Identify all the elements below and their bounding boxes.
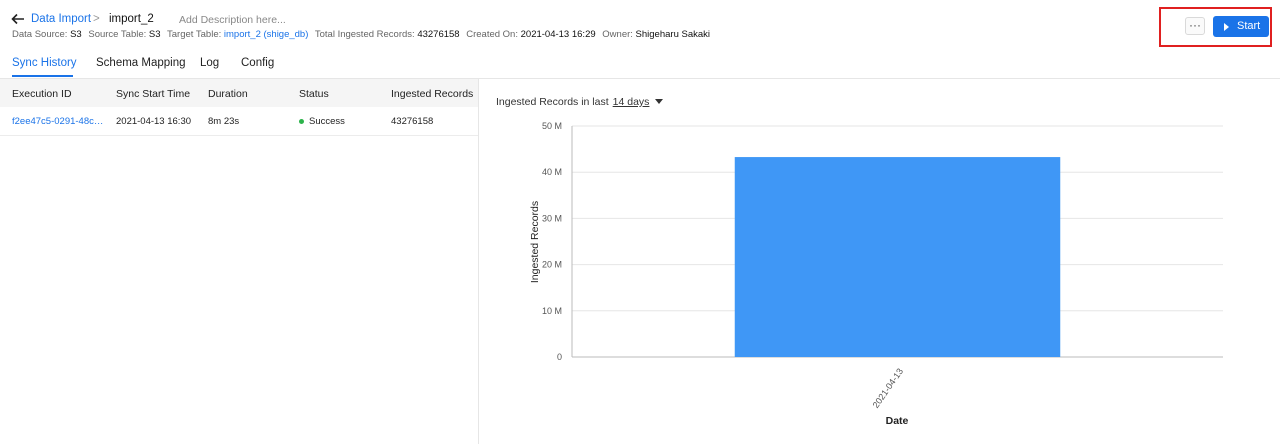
tab-bar: Sync History Schema Mapping Log Config — [0, 48, 1280, 79]
sync-start-time: 2021-04-13 16:30 — [116, 116, 192, 127]
x-tick-label: 2021-04-13 — [871, 366, 906, 409]
y-tick-label: 0 — [557, 352, 562, 362]
total-records-label: Total Ingested Records: — [314, 29, 415, 40]
y-tick-label: 40 M — [542, 167, 562, 177]
source-table-value: S3 — [148, 29, 161, 40]
import-metadata: Data Source: S3 Source Table: S3 Target … — [12, 29, 714, 40]
status-text: Success — [309, 116, 345, 127]
execution-id-link[interactable]: f2ee47c5-0291-48c… — [12, 116, 108, 127]
y-tick-label: 50 M — [542, 121, 562, 131]
y-tick-label: 20 M — [542, 260, 562, 270]
sync-history-table: Execution ID Sync Start Time Duration St… — [0, 79, 479, 444]
table-row[interactable]: f2ee47c5-0291-48c… 2021-04-13 16:30 8m 2… — [0, 107, 478, 136]
tab-sync-history[interactable]: Sync History — [12, 57, 77, 69]
column-duration: Duration — [208, 88, 248, 100]
bar[interactable] — [734, 157, 1061, 357]
data-source-value: S3 — [70, 29, 82, 40]
status-success-dot — [299, 119, 304, 124]
tab-config[interactable]: Config — [241, 57, 274, 69]
owner-label: Owner: — [602, 29, 633, 40]
source-table-label: Source Table: — [88, 29, 147, 40]
chart-bars — [734, 157, 1061, 357]
import-name: import_2 — [109, 13, 154, 25]
back-arrow-icon[interactable] — [11, 12, 25, 26]
created-on-label: Created On: — [466, 29, 518, 40]
tab-log[interactable]: Log — [200, 57, 219, 69]
column-sync-start-time: Sync Start Time — [116, 88, 191, 100]
created-on-value: 2021-04-13 16:29 — [520, 29, 596, 40]
active-tab-indicator — [12, 75, 73, 77]
column-execution-id: Execution ID — [12, 88, 72, 100]
y-axis-label: Ingested Records — [529, 201, 541, 283]
breadcrumb-separator: > — [93, 13, 100, 25]
duration: 8m 23s — [208, 116, 240, 127]
target-table-label: Target Table: — [167, 29, 222, 40]
ingested-records: 43276158 — [391, 116, 434, 127]
y-tick-label: 30 M — [542, 213, 562, 223]
y-tick-label: 10 M — [542, 306, 562, 316]
owner-value: Shigeharu Sakaki — [635, 29, 711, 40]
data-source-label: Data Source: — [12, 29, 68, 40]
page-header: Data Import > import_2 Add Description h… — [0, 0, 1280, 48]
breadcrumb-data-import[interactable]: Data Import — [31, 13, 91, 25]
play-icon — [1224, 23, 1229, 31]
tab-schema-mapping[interactable]: Schema Mapping — [96, 57, 186, 69]
target-table-link[interactable]: import_2 (shige_db) — [224, 29, 309, 40]
chart-y-ticks: 0 10 M 20 M 30 M 40 M 50 M — [542, 121, 562, 362]
total-records-value: 43276158 — [417, 29, 460, 40]
column-ingested-records: Ingested Records — [391, 88, 474, 100]
start-button-label: Start — [1237, 20, 1261, 32]
start-button[interactable]: Start — [1213, 16, 1269, 37]
column-status: Status — [299, 88, 329, 100]
x-axis-label: Date — [886, 415, 909, 427]
ingested-records-chart: 0 10 M 20 M 30 M 40 M 50 M 2021-04-13 Ingeste… — [529, 121, 1223, 427]
chart-x-ticks: 2021-04-13 — [871, 366, 906, 409]
description-field[interactable]: Add Description here... — [179, 14, 286, 26]
more-options-button[interactable]: ··· — [1185, 17, 1205, 35]
table-header: Execution ID Sync Start Time Duration St… — [0, 79, 478, 107]
